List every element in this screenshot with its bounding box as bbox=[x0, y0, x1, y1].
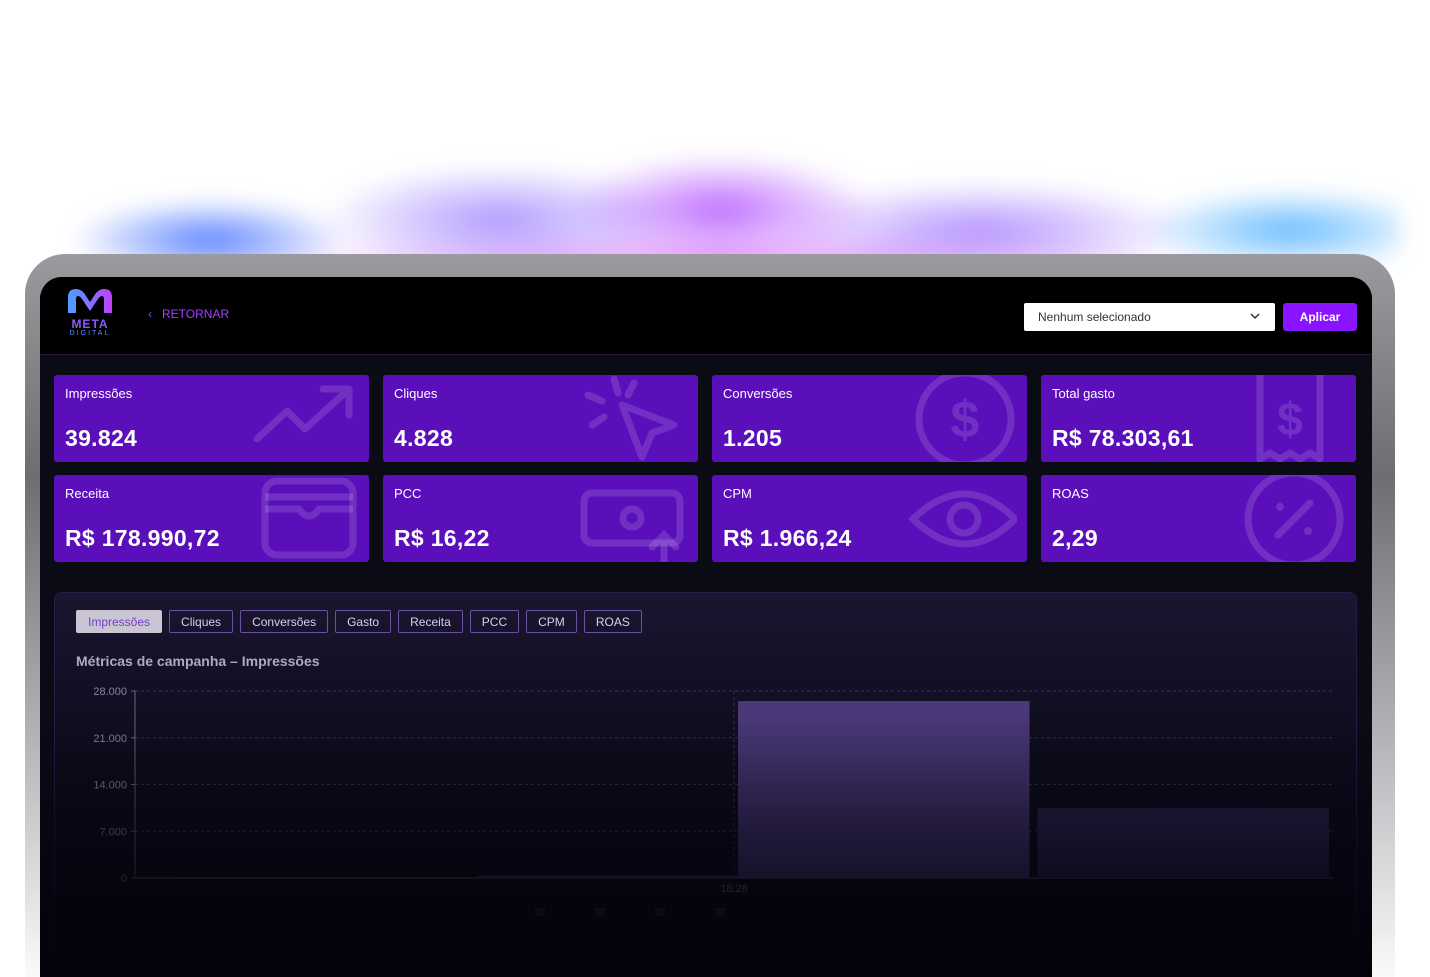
bar bbox=[738, 701, 1030, 878]
metric-tabs: Impressões Cliques Conversões Gasto Rece… bbox=[76, 610, 642, 633]
metric-value: 4.828 bbox=[394, 425, 454, 451]
legend-swatch bbox=[595, 908, 605, 916]
campaign-select[interactable]: Nenhum selecionado bbox=[1024, 303, 1275, 331]
y-tick-label: 7.000 bbox=[99, 826, 127, 838]
bar bbox=[179, 876, 471, 878]
tab-pcc[interactable]: PCC bbox=[469, 610, 520, 633]
svg-text:$: $ bbox=[1277, 393, 1303, 445]
y-tick-label: 21.000 bbox=[93, 733, 127, 745]
metric-card-cpm: CPM R$ 1.966,24 bbox=[712, 475, 1027, 562]
brand-logo: META DIGITAL bbox=[62, 287, 118, 337]
bar bbox=[1037, 807, 1329, 878]
impressions-bar-chart: 28.000 21.000 14.000 7.000 0 18:28 bbox=[93, 686, 1333, 916]
back-button[interactable]: ‹ RETORNAR bbox=[148, 307, 229, 321]
tab-conversions[interactable]: Conversões bbox=[240, 610, 329, 633]
metric-value: R$ 1.966,24 bbox=[723, 525, 852, 551]
svg-text:$: $ bbox=[951, 391, 980, 449]
tab-roas[interactable]: ROAS bbox=[583, 610, 642, 633]
metric-card-clicks: Cliques 4.828 bbox=[383, 375, 698, 462]
wallet-icon bbox=[249, 475, 359, 562]
bar bbox=[478, 875, 770, 878]
x-tick-label: 18:28 bbox=[720, 883, 748, 895]
metric-card-revenue: Receita R$ 178.990,72 bbox=[54, 475, 369, 562]
brand-name: META bbox=[71, 317, 109, 331]
select-value: Nenhum selecionado bbox=[1038, 310, 1151, 324]
metric-label: PCC bbox=[394, 486, 422, 501]
metric-value: R$ 78.303,61 bbox=[1052, 425, 1194, 451]
metric-label: Total gasto bbox=[1052, 386, 1115, 401]
logo-m-icon bbox=[68, 289, 112, 313]
legend-swatch bbox=[535, 908, 545, 916]
metric-label: Cliques bbox=[394, 386, 438, 401]
chart-title: Métricas de campanha – Impressões bbox=[76, 653, 320, 669]
chart-panel: Impressões Cliques Conversões Gasto Rece… bbox=[54, 592, 1357, 977]
y-tick-label: 14.000 bbox=[93, 780, 127, 792]
metric-value: R$ 178.990,72 bbox=[65, 525, 220, 551]
legend-swatch bbox=[715, 908, 725, 916]
chevron-left-icon: ‹ bbox=[148, 307, 152, 321]
metric-label: Conversões bbox=[723, 386, 793, 401]
percent-circle-icon bbox=[1236, 475, 1346, 562]
metric-value: 2,29 bbox=[1052, 525, 1098, 551]
back-label: RETORNAR bbox=[162, 307, 230, 321]
metric-card-pcc: PCC R$ 16,22 bbox=[383, 475, 698, 562]
metric-card-total-spent: Total gasto R$ 78.303,61 $ bbox=[1041, 375, 1356, 462]
metric-card-impressions: Impressões 39.824 bbox=[54, 375, 369, 462]
chevron-down-icon bbox=[1250, 313, 1260, 320]
legend-swatch bbox=[655, 908, 665, 916]
app-screen: META DIGITAL ‹ RETORNAR Nenhum seleciona… bbox=[40, 277, 1372, 977]
tab-clicks[interactable]: Cliques bbox=[169, 610, 234, 633]
tab-spent[interactable]: Gasto bbox=[335, 610, 392, 633]
y-tick-label: 0 bbox=[121, 873, 127, 885]
y-tick-label: 28.000 bbox=[93, 686, 127, 698]
cash-up-icon bbox=[578, 475, 688, 562]
metric-value: R$ 16,22 bbox=[394, 525, 490, 551]
cursor-click-icon bbox=[578, 375, 688, 462]
metric-label: Receita bbox=[65, 486, 110, 501]
metric-card-roas: ROAS 2,29 bbox=[1041, 475, 1356, 562]
metric-card-conversions: Conversões 1.205 $ bbox=[712, 375, 1027, 462]
metric-value: 39.824 bbox=[65, 425, 138, 451]
metric-label: ROAS bbox=[1052, 486, 1089, 501]
eye-icon bbox=[907, 475, 1020, 562]
dollar-circle-icon: $ bbox=[907, 375, 1017, 462]
trending-up-icon bbox=[249, 375, 359, 462]
receipt-dollar-icon: $ bbox=[1236, 375, 1346, 462]
tab-impressions[interactable]: Impressões bbox=[76, 610, 163, 633]
metric-label: Impressões bbox=[65, 386, 133, 401]
top-bar: META DIGITAL ‹ RETORNAR Nenhum seleciona… bbox=[40, 277, 1372, 355]
tab-cpm[interactable]: CPM bbox=[526, 610, 577, 633]
tab-revenue[interactable]: Receita bbox=[398, 610, 463, 633]
metric-value: 1.205 bbox=[723, 425, 783, 451]
metric-label: CPM bbox=[723, 486, 752, 501]
apply-button[interactable]: Aplicar bbox=[1283, 303, 1357, 331]
brand-subtitle: DIGITAL bbox=[69, 330, 111, 337]
